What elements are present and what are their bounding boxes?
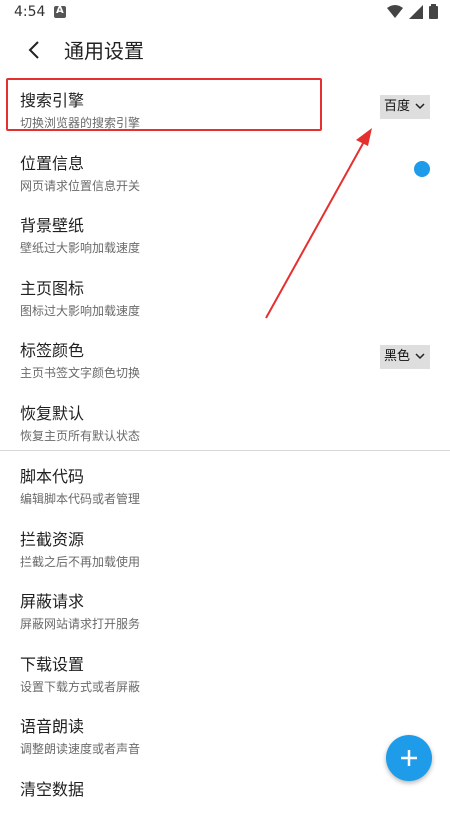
setting-title: 屏蔽请求 [20,588,84,612]
chevron-down-icon [415,101,425,111]
page-title: 通用设置 [64,35,144,64]
setting-restore-default[interactable]: 恢复默认 恢复主页所有默认状态 [0,388,450,451]
setting-subtitle: 屏蔽网站请求打开服务 [20,615,140,632]
setting-subtitle: 图标过大影响加载速度 [20,302,140,319]
chevron-down-icon [415,351,425,361]
setting-wallpaper[interactable]: 背景壁纸 壁纸过大影响加载速度 [0,200,450,263]
setting-block-resources[interactable]: 拦截资源 拦截之后不再加载使用 [0,514,450,577]
setting-title: 清空数据 [20,776,84,800]
setting-voice-read[interactable]: 语音朗读 调整朗读速度或者声音 [0,701,450,764]
setting-home-icon[interactable]: 主页图标 图标过大影响加载速度 [0,263,450,326]
setting-title: 恢复默认 [20,400,84,424]
setting-clear-data[interactable]: 清空数据 [0,764,450,826]
setting-title: 标签颜色 [20,337,84,361]
tab-color-select[interactable]: 黑色 [380,345,430,369]
setting-subtitle: 调整朗读速度或者声音 [20,740,140,757]
setting-subtitle: 恢复主页所有默认状态 [20,427,140,444]
select-value: 百度 [384,99,410,114]
annotation-highlight-box [6,78,322,131]
search-engine-select[interactable]: 百度 [380,95,430,119]
setting-subtitle: 设置下载方式或者屏蔽 [20,678,140,695]
setting-title: 背景壁纸 [20,212,84,236]
status-bar: 4:54 [0,0,450,26]
app-bar: 通用设置 [0,26,450,74]
setting-title: 主页图标 [20,275,84,299]
status-time: 4:54 [14,4,45,20]
setting-title: 位置信息 [20,150,84,174]
signal-icon [409,5,423,19]
setting-subtitle: 拦截之后不再加载使用 [20,553,140,570]
setting-subtitle: 主页书签文字颜色切换 [20,364,140,381]
back-arrow-icon [27,40,41,60]
setting-block-requests[interactable]: 屏蔽请求 屏蔽网站请求打开服务 [0,576,450,639]
plus-icon [399,748,419,768]
select-value: 黑色 [384,349,410,364]
setting-title: 下载设置 [20,651,84,675]
setting-download[interactable]: 下载设置 设置下载方式或者屏蔽 [0,639,450,702]
add-fab-button[interactable] [386,735,432,781]
back-button[interactable] [18,34,50,66]
wifi-icon [387,5,403,19]
notification-a-icon [54,6,66,18]
setting-title: 拦截资源 [20,526,84,550]
setting-subtitle: 壁纸过大影响加载速度 [20,239,140,256]
setting-location[interactable]: 位置信息 网页请求位置信息开关 [0,138,450,201]
setting-script-code[interactable]: 脚本代码 编辑脚本代码或者管理 [0,451,450,514]
setting-title: 语音朗读 [20,713,84,737]
setting-title: 脚本代码 [20,463,84,487]
location-toggle[interactable] [414,161,430,177]
setting-subtitle: 编辑脚本代码或者管理 [20,490,140,507]
setting-subtitle: 网页请求位置信息开关 [20,177,140,194]
battery-icon [429,4,438,19]
settings-list: 搜索引擎 切换浏览器的搜索引擎 百度 位置信息 网页请求位置信息开关 背景壁纸 … [0,75,450,826]
status-icons [387,4,438,19]
setting-tab-color[interactable]: 标签颜色 主页书签文字颜色切换 黑色 [0,325,450,388]
